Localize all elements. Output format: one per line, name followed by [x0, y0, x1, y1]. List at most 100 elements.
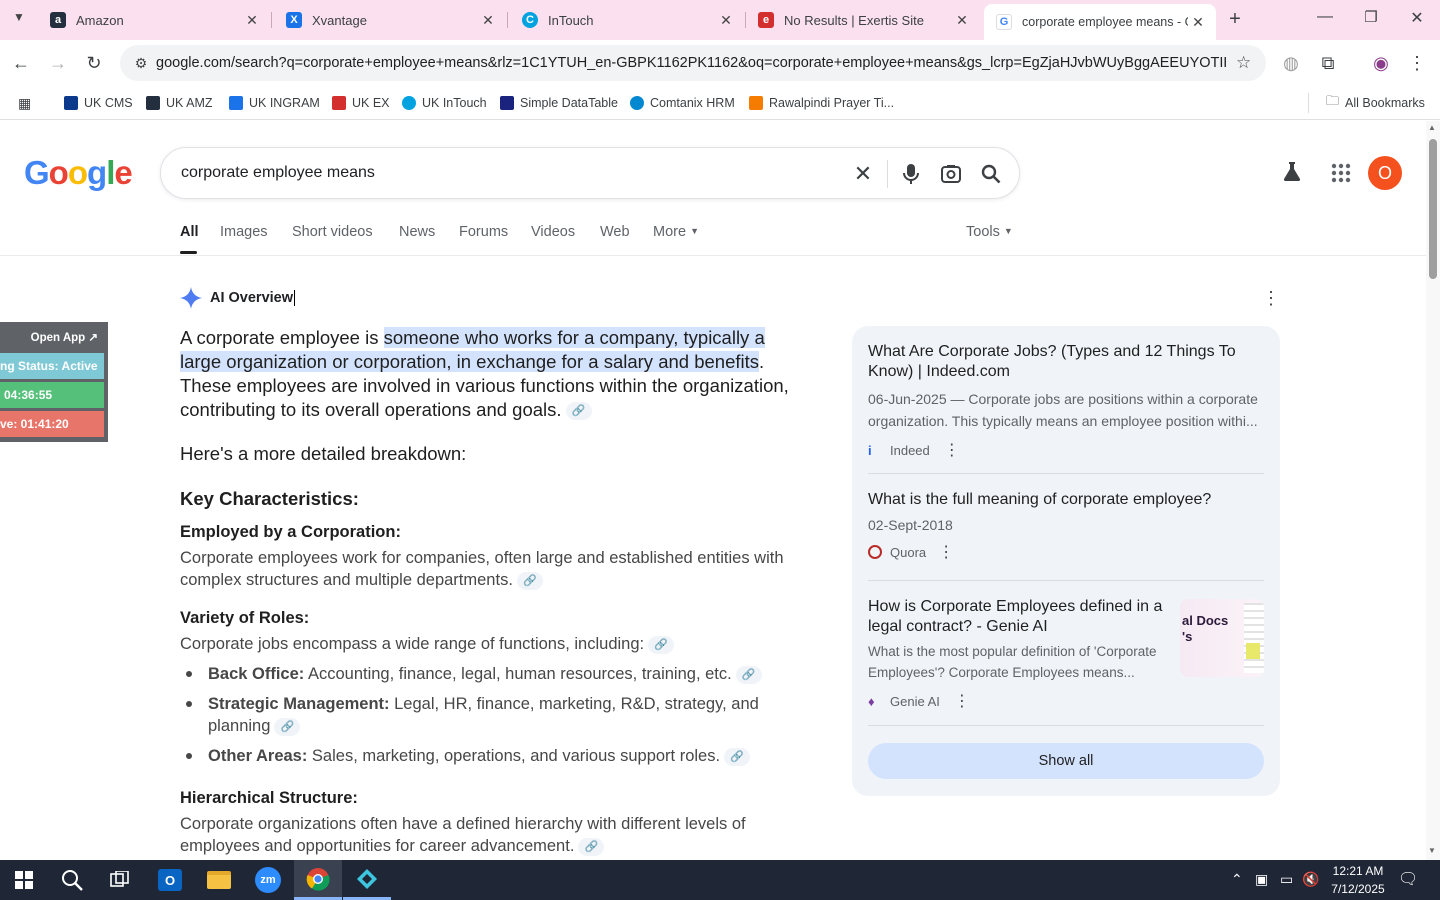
taskbar-clock[interactable]: 12:21 AM 7/12/2025: [1318, 862, 1398, 898]
bookmark-simple-datatable[interactable]: Simple DataTable: [500, 93, 618, 113]
volume-mute-icon[interactable]: 🔇: [1302, 871, 1319, 888]
clear-search-icon[interactable]: ✕: [849, 160, 877, 188]
site-settings-icon[interactable]: ⚙: [126, 55, 156, 72]
google-logo[interactable]: Google: [24, 154, 133, 192]
reload-button[interactable]: ↻: [79, 48, 109, 78]
tab-search-button[interactable]: ▼: [8, 10, 30, 30]
lens-search-icon[interactable]: [937, 160, 965, 188]
tab-intouch[interactable]: C InTouch ✕: [510, 0, 744, 40]
open-app-button[interactable]: Open App ↗: [0, 324, 104, 350]
link-chip-icon[interactable]: 🔗: [578, 837, 605, 856]
show-hidden-icons[interactable]: ⌃: [1231, 871, 1243, 888]
labs-flask-icon[interactable]: [1281, 160, 1305, 186]
menu-kebab-icon[interactable]: ⋮: [1402, 48, 1432, 78]
search-icon[interactable]: [977, 160, 1005, 188]
more-options-icon[interactable]: ⋮: [938, 542, 954, 562]
close-icon[interactable]: ✕: [478, 12, 498, 29]
outlook-icon[interactable]: O: [146, 860, 194, 900]
tracking-status: ng Status: Active: [0, 353, 104, 379]
bookmark-uk-ingram[interactable]: UK INGRAM: [229, 93, 320, 113]
page-scrollbar[interactable]: ▲ ▼: [1426, 121, 1440, 860]
close-icon[interactable]: ✕: [952, 12, 972, 29]
tab-amazon[interactable]: a Amazon ✕: [38, 0, 270, 40]
tab-title: No Results | Exertis Site: [784, 12, 924, 28]
minimize-button[interactable]: —: [1310, 8, 1340, 30]
tab-all[interactable]: All: [180, 224, 199, 240]
source-title[interactable]: What is the full meaning of corporate em…: [868, 490, 1264, 510]
more-options-icon[interactable]: ⋮: [954, 691, 970, 711]
link-chip-icon[interactable]: 🔗: [516, 571, 543, 590]
tab-forums[interactable]: Forums: [459, 224, 508, 240]
section-text: Corporate employees work for companies, …: [180, 547, 800, 591]
link-chip-icon[interactable]: 🔗: [274, 717, 301, 736]
source-thumbnail[interactable]: al Docs 's: [1180, 599, 1264, 677]
tab-images[interactable]: Images: [220, 224, 268, 240]
more-options-icon[interactable]: ⋮: [944, 440, 960, 460]
zoom-icon[interactable]: zm: [244, 860, 292, 900]
account-avatar[interactable]: O: [1368, 156, 1402, 190]
source-card-genie-ai[interactable]: How is Corporate Employees defined in a …: [868, 597, 1264, 711]
apps-grid-icon[interactable]: ▦: [18, 93, 31, 113]
address-bar[interactable]: ⚙ google.com/search?q=corporate+employee…: [120, 45, 1266, 81]
bookmark-rawalpindi-prayer[interactable]: Rawalpindi Prayer Ti...: [749, 93, 894, 113]
source-title[interactable]: How is Corporate Employees defined in a …: [868, 597, 1173, 637]
close-icon[interactable]: ✕: [242, 12, 262, 29]
network-icon[interactable]: ▭: [1280, 871, 1293, 888]
tab-news[interactable]: News: [399, 224, 435, 240]
close-window-button[interactable]: ✕: [1402, 8, 1432, 30]
google-apps-icon[interactable]: [1331, 163, 1351, 183]
profile-icon[interactable]: ◉: [1366, 48, 1396, 78]
close-icon[interactable]: ✕: [1188, 14, 1208, 31]
bullet-dot: [186, 671, 192, 677]
chrome-icon[interactable]: [294, 860, 342, 900]
all-bookmarks-folder[interactable]: 🗀 All Bookmarks: [1326, 93, 1425, 113]
scrollbar-thumb[interactable]: [1429, 139, 1437, 279]
tab-exertis[interactable]: e No Results | Exertis Site ✕: [746, 0, 980, 40]
scroll-up-arrow[interactable]: ▲: [1428, 123, 1436, 132]
back-button[interactable]: ←: [6, 48, 36, 78]
extensions-icon[interactable]: ⧉: [1313, 48, 1343, 78]
restore-button[interactable]: ❐: [1356, 8, 1386, 30]
link-chip-icon[interactable]: 🔗: [735, 665, 762, 684]
bookmark-star-icon[interactable]: ☆: [1236, 53, 1251, 73]
link-chip-icon[interactable]: 🔗: [565, 402, 592, 421]
show-all-button[interactable]: Show all: [868, 743, 1264, 779]
bookmark-uk-cms[interactable]: UK CMS: [64, 93, 133, 113]
bookmark-uk-ex[interactable]: UK EX: [332, 93, 390, 113]
search-input[interactable]: corporate employee means: [181, 164, 375, 182]
task-view-icon[interactable]: [96, 860, 144, 900]
clock-date: 7/12/2025: [1331, 882, 1385, 896]
link-chip-icon[interactable]: 🔗: [648, 635, 675, 654]
bookmark-label: Comtanix HRM: [650, 96, 735, 110]
tools-button[interactable]: Tools ▼: [966, 224, 1013, 240]
search-taskbar-icon[interactable]: [48, 860, 96, 900]
list-item: Other Areas: Sales, marketing, operation…: [208, 745, 788, 767]
source-title[interactable]: What Are Corporate Jobs? (Types and 12 T…: [868, 342, 1264, 382]
bookmark-uk-intouch[interactable]: UK InTouch: [402, 93, 487, 113]
app-diamond-icon[interactable]: [343, 860, 391, 900]
source-card-quora[interactable]: What is the full meaning of corporate em…: [868, 490, 1264, 562]
tab-xvantage[interactable]: X Xvantage ✕: [274, 0, 506, 40]
notification-icon[interactable]: 🗨: [1398, 869, 1418, 889]
translate-icon[interactable]: ◍: [1276, 48, 1306, 78]
new-tab-button[interactable]: +: [1224, 8, 1246, 30]
tab-web[interactable]: Web: [600, 224, 630, 240]
forward-button[interactable]: →: [43, 48, 73, 78]
close-icon[interactable]: ✕: [716, 12, 736, 29]
url-text[interactable]: google.com/search?q=corporate+employee+m…: [156, 55, 1226, 71]
tray-app-icon[interactable]: ▣: [1255, 871, 1268, 888]
source-card-indeed[interactable]: What Are Corporate Jobs? (Types and 12 T…: [868, 342, 1264, 460]
bookmark-uk-amz[interactable]: UK AMZ: [146, 93, 213, 113]
ai-overview-menu-icon[interactable]: ⋮: [1262, 288, 1280, 310]
tab-google-search[interactable]: G corporate employee means - G ✕: [984, 4, 1216, 40]
start-button[interactable]: [0, 860, 48, 900]
tab-videos[interactable]: Videos: [531, 224, 575, 240]
link-chip-icon[interactable]: 🔗: [724, 747, 751, 766]
tab-more[interactable]: More ▼: [653, 224, 699, 240]
scroll-down-arrow[interactable]: ▼: [1428, 846, 1436, 855]
tab-short-videos[interactable]: Short videos: [292, 224, 373, 240]
bookmark-comtanix-hrm[interactable]: Comtanix HRM: [630, 93, 735, 113]
file-explorer-icon[interactable]: [195, 860, 243, 900]
search-box[interactable]: corporate employee means ✕: [160, 147, 1020, 199]
voice-search-icon[interactable]: [897, 160, 925, 188]
